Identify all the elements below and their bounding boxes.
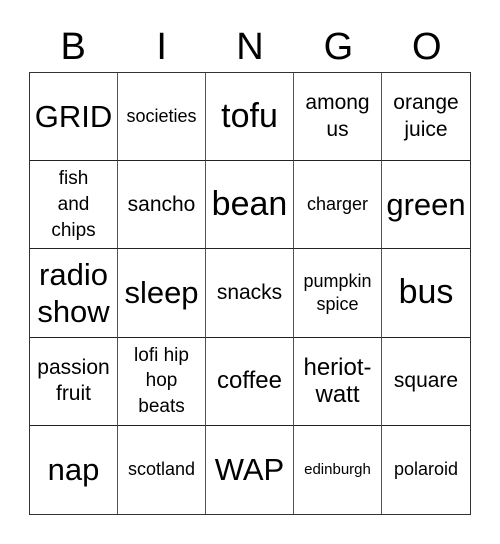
cell-text: among us: [305, 91, 370, 141]
cell-text: polaroid: [393, 459, 459, 480]
cell-text: GRID: [34, 98, 113, 134]
bingo-cell[interactable]: sancho: [118, 161, 206, 250]
bingo-cell[interactable]: lofi hip hop beats: [118, 337, 206, 426]
cell-text: societies: [126, 106, 197, 126]
bingo-cell[interactable]: GRID: [30, 73, 118, 162]
cell-text: lofi hip hop beats: [134, 344, 189, 418]
bingo-cell[interactable]: green: [382, 161, 470, 250]
cell-text: passion fruit: [37, 355, 110, 406]
bingo-cell[interactable]: bus: [382, 249, 470, 338]
cell-text: fish and chips: [51, 168, 96, 241]
cell-text: pumpkin spice: [303, 270, 372, 314]
bingo-cell[interactable]: bean: [206, 161, 294, 250]
cell-text: charger: [306, 194, 369, 215]
bingo-cell[interactable]: societies: [118, 73, 206, 162]
cell-text: nap: [47, 452, 100, 488]
bingo-cell[interactable]: snacks: [206, 249, 294, 338]
cell-text: coffee: [217, 367, 282, 394]
cell-text: square: [393, 369, 459, 393]
bingo-cell[interactable]: radio show: [30, 249, 118, 338]
cell-text: bean: [211, 185, 288, 224]
cell-text: green: [386, 186, 466, 222]
bingo-cell[interactable]: passion fruit: [30, 337, 118, 426]
cell-text: sancho: [127, 192, 196, 216]
cell-text: tofu: [221, 97, 278, 136]
cell-text: sleep: [124, 275, 199, 311]
bingo-cell[interactable]: edinburgh: [294, 425, 382, 514]
bingo-cell[interactable]: tofu: [206, 73, 294, 162]
bingo-cell[interactable]: square: [382, 338, 470, 426]
cell-text: heriot-watt: [303, 353, 372, 409]
header-letter-o: O: [412, 26, 442, 68]
bingo-cell[interactable]: sleep: [118, 249, 206, 338]
cell-text: scotland: [127, 459, 196, 480]
bingo-cell[interactable]: polaroid: [382, 426, 470, 514]
bingo-cell[interactable]: scotland: [118, 425, 206, 514]
bingo-cell[interactable]: coffee: [206, 337, 294, 426]
bingo-cell[interactable]: heriot-watt: [294, 337, 382, 426]
bingo-cell[interactable]: among us: [294, 73, 382, 162]
bingo-cell[interactable]: orange juice: [382, 73, 470, 162]
cell-text: radio show: [37, 256, 110, 329]
cell-text: snacks: [216, 280, 283, 304]
bingo-cell[interactable]: fish and chips: [30, 161, 118, 250]
header-letter-g: G: [323, 26, 354, 68]
bingo-card-grid: GRID societies tofu among us orange juic…: [29, 72, 471, 515]
bingo-cell[interactable]: nap: [30, 425, 118, 514]
bingo-header: B I N G O: [29, 22, 471, 72]
cell-text: bus: [398, 273, 454, 312]
header-letter-b: B: [60, 26, 86, 68]
cell-text: WAP: [214, 452, 285, 488]
header-letter-i: I: [156, 26, 167, 68]
bingo-cell[interactable]: pumpkin spice: [294, 249, 382, 338]
cell-text: orange juice: [393, 91, 459, 141]
bingo-cell[interactable]: charger: [294, 161, 382, 250]
header-letter-n: N: [236, 26, 264, 68]
cell-text: edinburgh: [304, 460, 371, 478]
bingo-cell[interactable]: WAP: [206, 425, 294, 514]
